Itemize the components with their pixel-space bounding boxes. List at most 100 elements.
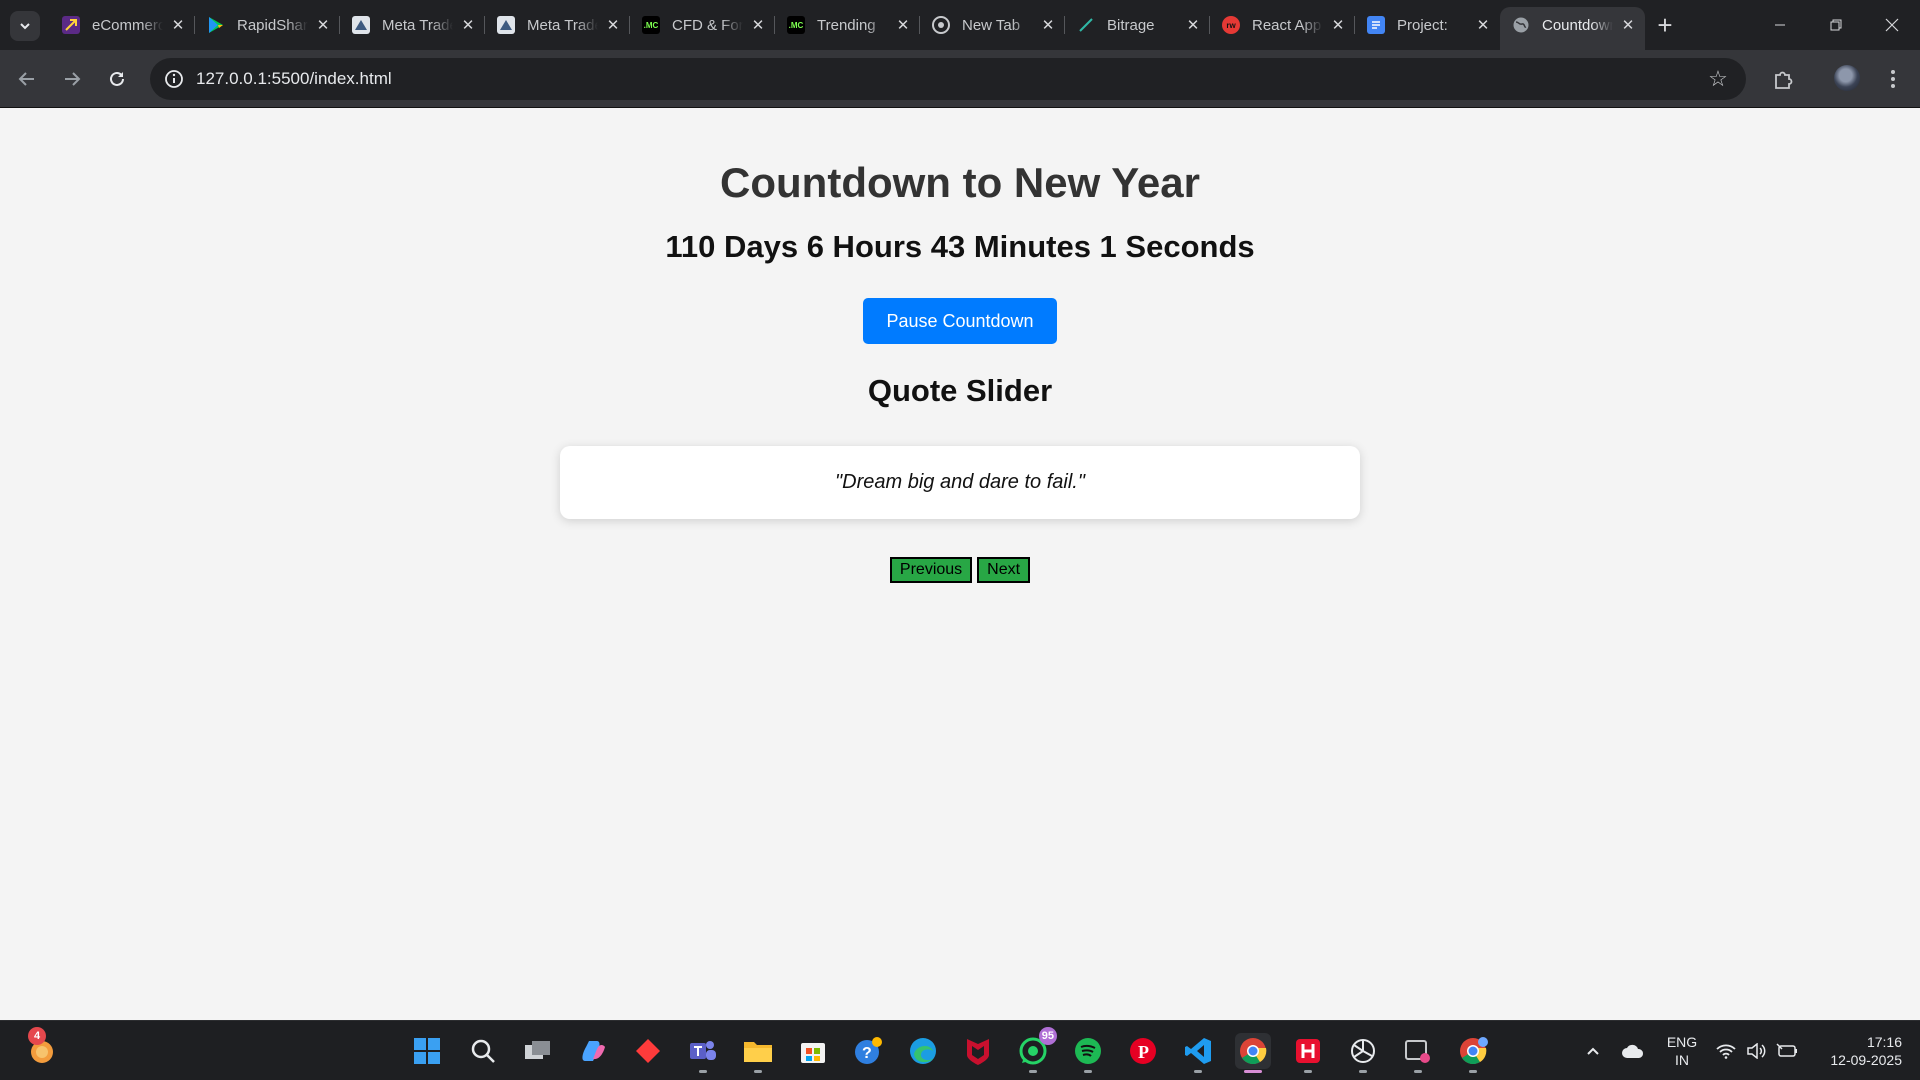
bookmark-button[interactable]: ☆: [1706, 66, 1730, 91]
edge-button[interactable]: [905, 1033, 941, 1069]
chrome-button[interactable]: [1235, 1033, 1271, 1073]
forward-button[interactable]: [57, 64, 87, 94]
close-icon[interactable]: ✕: [459, 16, 477, 34]
close-icon[interactable]: ✕: [894, 16, 912, 34]
next-quote-button[interactable]: Next: [977, 557, 1031, 583]
tab-search-button[interactable]: [10, 11, 40, 41]
task-view-icon: [525, 1041, 550, 1059]
notification-badge: 4: [28, 1027, 46, 1045]
search-button[interactable]: [465, 1033, 501, 1069]
ms-store-button[interactable]: [795, 1033, 831, 1069]
pinterest-icon: P: [1130, 1038, 1156, 1064]
running-indicator: [699, 1070, 707, 1073]
clock[interactable]: 17:16 12-09-2025: [1812, 1033, 1902, 1069]
running-indicator: [1194, 1070, 1202, 1073]
tab-rapidshare[interactable]: RapidShare ✕: [195, 7, 340, 43]
file-explorer-button[interactable]: [740, 1033, 776, 1073]
tab-new-tab[interactable]: New Tab ✕: [920, 7, 1065, 43]
address-bar[interactable]: 127.0.0.1:5500/index.html ☆: [150, 58, 1746, 100]
close-icon[interactable]: ✕: [749, 16, 767, 34]
vscode-button[interactable]: [1180, 1033, 1216, 1073]
close-icon[interactable]: ✕: [314, 16, 332, 34]
close-icon[interactable]: ✕: [1474, 16, 1492, 34]
tab-react-app[interactable]: rw React App ✕: [1210, 7, 1355, 43]
window-controls: [1752, 0, 1920, 50]
close-icon[interactable]: ✕: [604, 16, 622, 34]
diamond-app-icon: [636, 1039, 660, 1063]
snipping-tool-button[interactable]: [1400, 1033, 1436, 1073]
slider-controls: Previous Next: [0, 557, 1920, 583]
onedrive-button[interactable]: [1618, 1021, 1648, 1080]
copilot-button[interactable]: [575, 1033, 611, 1069]
quote-text: "Dream big and dare to fail.": [835, 471, 1085, 493]
close-icon[interactable]: ✕: [1039, 16, 1057, 34]
plus-icon: +: [1657, 9, 1673, 40]
language-indicator[interactable]: ENG IN: [1663, 1033, 1701, 1069]
tab-title: CFD & Forex: [672, 16, 743, 34]
volume-icon: [1747, 1043, 1766, 1059]
taskbar: 4 ? 95 P ENG IN 17:16 12-09-2025: [0, 1020, 1920, 1080]
close-icon[interactable]: ✕: [1619, 16, 1637, 34]
close-window-button[interactable]: [1864, 0, 1920, 50]
start-button[interactable]: [409, 1033, 445, 1069]
pinterest-button[interactable]: P: [1125, 1033, 1161, 1069]
site-info-button[interactable]: [162, 67, 186, 91]
tab-title: React App: [1252, 16, 1322, 34]
new-tab-button[interactable]: +: [1650, 10, 1680, 40]
task-view-button[interactable]: [520, 1033, 556, 1069]
dot: [1891, 70, 1895, 74]
page-title: Countdown to New Year: [720, 159, 1200, 206]
app-diamond-button[interactable]: [630, 1033, 666, 1069]
vscode-icon: [1185, 1038, 1211, 1064]
whatsapp-button[interactable]: 95: [1015, 1027, 1057, 1073]
quote-card: "Dream big and dare to fail.": [560, 446, 1360, 519]
get-help-button[interactable]: ?: [850, 1033, 886, 1069]
profile-avatar[interactable]: [1834, 65, 1860, 91]
volume-button[interactable]: [1745, 1021, 1769, 1080]
teams-button[interactable]: [685, 1033, 721, 1073]
tab-countdown[interactable]: Countdown ✕: [1500, 7, 1645, 50]
tab-trending[interactable]: .MC Trending ✕: [775, 7, 920, 43]
chrome-profile-button[interactable]: [1455, 1033, 1491, 1073]
extensions-button[interactable]: [1768, 64, 1798, 94]
tab-meta-trader-2[interactable]: Meta Trader ✕: [485, 7, 630, 43]
globe-icon: [1512, 16, 1530, 34]
close-icon[interactable]: ✕: [1329, 16, 1347, 34]
widgets-button[interactable]: 4: [24, 1027, 60, 1069]
meta-trader-icon: [497, 16, 515, 34]
dot: [1891, 84, 1895, 88]
spotify-button[interactable]: [1070, 1033, 1106, 1073]
tab-project[interactable]: Project: ✕: [1355, 7, 1500, 43]
close-icon[interactable]: ✕: [1184, 16, 1202, 34]
battery-button[interactable]: [1775, 1021, 1799, 1080]
pause-countdown-button[interactable]: Pause Countdown: [863, 298, 1057, 344]
svg-text:P: P: [1138, 1042, 1149, 1062]
previous-quote-button[interactable]: Previous: [889, 557, 973, 583]
mc-icon: .MC: [787, 16, 805, 34]
mcafee-button[interactable]: [960, 1033, 996, 1069]
show-hidden-icons-button[interactable]: [1580, 1021, 1606, 1080]
tab-meta-trader-1[interactable]: Meta Trader ✕: [340, 7, 485, 43]
close-icon[interactable]: ✕: [169, 16, 187, 34]
wifi-button[interactable]: [1714, 1021, 1738, 1080]
tab-bitrage[interactable]: Bitrage ✕: [1065, 7, 1210, 43]
restore-button[interactable]: [1808, 0, 1864, 50]
chatgpt-button[interactable]: [1345, 1033, 1381, 1073]
url-text[interactable]: 127.0.0.1:5500/index.html: [196, 69, 392, 89]
restore-icon: [1830, 19, 1842, 31]
tab-ecommerce[interactable]: eCommerce ✕: [50, 7, 195, 43]
mc-icon: .MC: [642, 16, 660, 34]
reload-button[interactable]: [102, 64, 132, 94]
minimize-button[interactable]: [1752, 0, 1808, 50]
arrow-right-icon: [65, 72, 81, 86]
tab-title: Countdown: [1542, 16, 1613, 34]
tab-cfd-forex[interactable]: .MC CFD & Forex ✕: [630, 7, 775, 43]
browser-menu-button[interactable]: [1878, 64, 1908, 94]
running-indicator: [754, 1070, 762, 1073]
back-button[interactable]: [12, 64, 42, 94]
teams-icon: [690, 1041, 716, 1060]
running-indicator: [1029, 1070, 1037, 1073]
chrome-icon: [1240, 1038, 1267, 1065]
h-app-button[interactable]: [1290, 1033, 1326, 1073]
copilot-icon: [582, 1041, 605, 1061]
